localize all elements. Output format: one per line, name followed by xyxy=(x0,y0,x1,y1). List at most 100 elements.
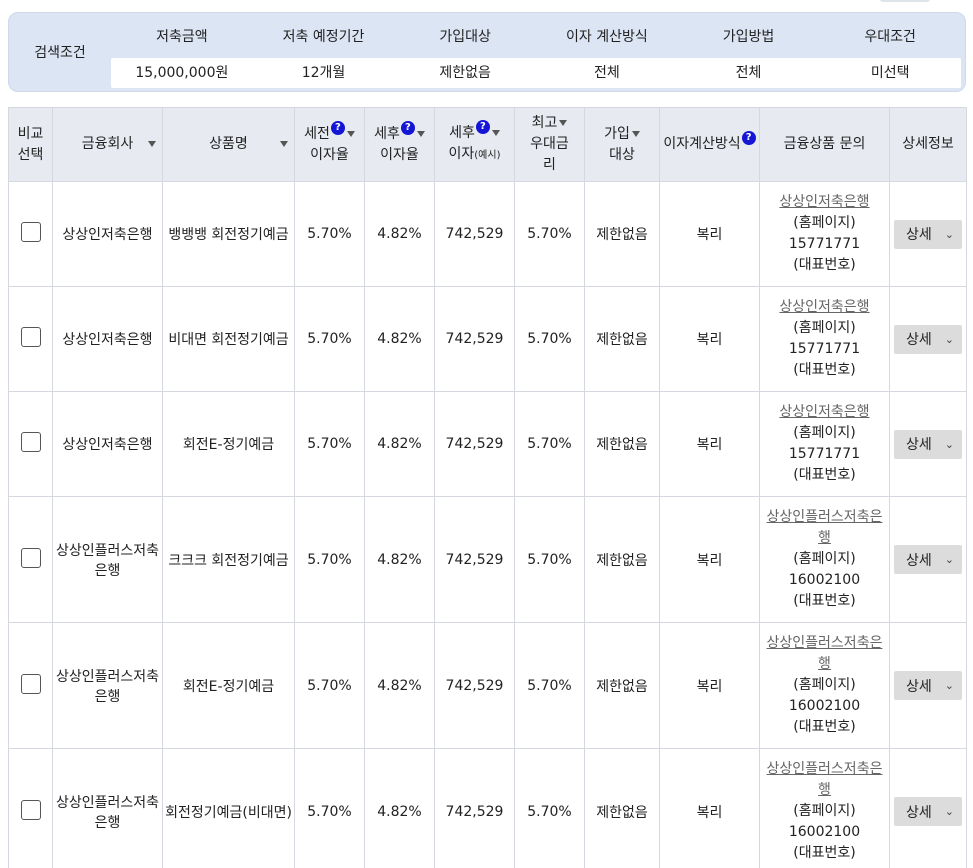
detail-cell: 상세 ⌄ xyxy=(889,286,967,392)
detail-select-label: 상세 xyxy=(906,552,932,569)
phone-number: 15771771 xyxy=(788,236,861,252)
th-compare-line2: 선택 xyxy=(17,146,44,163)
scroll-indicator xyxy=(880,0,930,2)
compare-checkbox[interactable] xyxy=(20,799,41,820)
compare-cell xyxy=(8,622,53,749)
homepage-note: (홈페이지) xyxy=(793,803,856,819)
compare-checkbox[interactable] xyxy=(20,222,41,242)
th-target-line2: 대상 xyxy=(609,146,635,163)
company-cell: 상상인저축은행 xyxy=(52,286,163,392)
pretax-rate-cell: 5.70% xyxy=(294,622,365,749)
interest-cell: 742,529 xyxy=(434,286,515,392)
pref-rate-cell: 5.70% xyxy=(514,496,585,623)
detail-select[interactable]: 상세 ⌄ xyxy=(894,219,962,249)
chevron-down-icon: ⌄ xyxy=(944,553,954,566)
sort-down-icon[interactable] xyxy=(416,130,425,137)
company-cell: 상상인저축은행 xyxy=(52,391,163,497)
help-icon[interactable]: ? xyxy=(741,131,756,145)
phone-note: (대표번호) xyxy=(793,362,856,378)
homepage-link[interactable]: 상상인플러스저축은행 xyxy=(762,759,887,801)
sort-down-icon[interactable] xyxy=(559,120,568,126)
homepage-link[interactable]: 상상인저축은행 xyxy=(762,402,887,423)
interest-cell: 742,529 xyxy=(434,391,515,497)
th-product-label: 상품명 xyxy=(209,136,248,152)
pref-rate-cell: 5.70% xyxy=(514,286,585,392)
th-interest-example: (예시) xyxy=(474,150,501,161)
th-max-pref-rate[interactable]: 최고 우대금 리 xyxy=(514,107,585,182)
target-cell: 제한없음 xyxy=(584,748,660,868)
compare-checkbox[interactable] xyxy=(20,547,41,568)
detail-select-label: 상세 xyxy=(906,678,932,695)
th-product[interactable]: 상품명 xyxy=(162,107,295,182)
cond-value-method: 전체 xyxy=(735,65,762,81)
cond-value-calc: 전체 xyxy=(593,65,620,81)
cond-value-period: 12개월 xyxy=(301,65,346,81)
phone-number: 15771771 xyxy=(788,446,861,462)
inquiry-cell: 상상인플러스저축은행 (홈페이지) 16002100 (대표번호) xyxy=(759,748,890,868)
homepage-link[interactable]: 상상인플러스저축은행 xyxy=(762,507,887,549)
pref-rate-cell: 5.70% xyxy=(514,748,585,868)
aftertax-rate-cell: 4.82% xyxy=(364,748,435,868)
homepage-link[interactable]: 상상인플러스저축은행 xyxy=(762,633,887,675)
detail-select[interactable]: 상세 ⌄ xyxy=(894,545,962,574)
table-row: 상상인플러스저축은행 회전E-정기예금 5.70% 4.82% 742,529 … xyxy=(8,622,967,749)
pretax-rate-cell: 5.70% xyxy=(294,391,365,497)
sort-down-icon[interactable] xyxy=(346,130,355,137)
th-pretax-rate[interactable]: 세전? 이자율 xyxy=(294,107,365,182)
homepage-note: (홈페이지) xyxy=(793,215,856,231)
sort-down-icon[interactable] xyxy=(631,130,640,137)
calc-method-cell: 복리 xyxy=(659,286,760,392)
th-aftertax-line1: 세후 xyxy=(374,125,400,142)
aftertax-rate-cell: 4.82% xyxy=(364,181,435,287)
product-cell: 회전정기예금(비대면) xyxy=(162,748,295,868)
phone-note: (대표번호) xyxy=(793,719,856,735)
sort-down-icon[interactable] xyxy=(280,141,288,147)
th-company-label: 금융회사 xyxy=(81,136,134,152)
th-target-line1: 가입 xyxy=(604,125,630,142)
phone-number: 15771771 xyxy=(788,341,861,357)
compare-checkbox[interactable] xyxy=(20,673,41,694)
chevron-down-icon: ⌄ xyxy=(944,679,954,692)
phone-note: (대표번호) xyxy=(793,257,856,273)
detail-select-label: 상세 xyxy=(906,332,932,348)
th-aftertax-interest[interactable]: 세후? 이자(예시) xyxy=(434,107,515,182)
detail-cell: 상세 ⌄ xyxy=(889,748,967,868)
calc-method-cell: 복리 xyxy=(659,748,760,868)
table-header-row: 비교 선택 금융회사 상품명 세전? 이자율 세후? 이자율 세후? 이자(예시 xyxy=(8,107,967,182)
table-row: 상상인저축은행 뱅뱅뱅 회전정기예금 5.70% 4.82% 742,529 5… xyxy=(8,181,967,287)
company-cell: 상상인저축은행 xyxy=(52,181,163,287)
th-inquiry: 금융상품 문의 xyxy=(759,107,890,182)
calc-method-cell: 복리 xyxy=(659,496,760,623)
inquiry-cell: 상상인플러스저축은행 (홈페이지) 16002100 (대표번호) xyxy=(759,622,890,749)
calc-method-cell: 복리 xyxy=(659,391,760,497)
table-row: 상상인플러스저축은행 회전정기예금(비대면) 5.70% 4.82% 742,5… xyxy=(8,748,967,868)
th-aftertax-rate[interactable]: 세후? 이자율 xyxy=(364,107,435,182)
detail-select[interactable]: 상세 ⌄ xyxy=(894,324,962,354)
pref-rate-cell: 5.70% xyxy=(514,181,585,287)
cond-header-calc: 이자 계산방식 xyxy=(565,29,648,45)
detail-select-label: 상세 xyxy=(906,804,932,821)
target-cell: 제한없음 xyxy=(584,622,660,749)
help-icon[interactable]: ? xyxy=(475,120,490,134)
inquiry-cell: 상상인플러스저축은행 (홈페이지) 16002100 (대표번호) xyxy=(759,496,890,623)
chevron-down-icon: ⌄ xyxy=(944,332,954,346)
homepage-link[interactable]: 상상인저축은행 xyxy=(762,192,887,213)
sort-down-icon[interactable] xyxy=(491,130,500,136)
detail-select[interactable]: 상세 ⌄ xyxy=(894,429,962,459)
cond-header-amount: 저축금액 xyxy=(156,29,208,45)
help-icon[interactable]: ? xyxy=(330,120,345,135)
product-cell: 비대면 회전정기예금 xyxy=(162,286,295,392)
compare-checkbox[interactable] xyxy=(20,327,41,347)
phone-number: 16002100 xyxy=(788,698,861,714)
homepage-link[interactable]: 상상인저축은행 xyxy=(762,297,887,318)
th-target[interactable]: 가입 대상 xyxy=(584,107,660,182)
detail-select[interactable]: 상세 ⌄ xyxy=(894,671,962,700)
sort-down-icon[interactable] xyxy=(148,141,156,147)
detail-select[interactable]: 상세 ⌄ xyxy=(894,797,962,826)
calc-method-cell: 복리 xyxy=(659,181,760,287)
compare-checkbox[interactable] xyxy=(20,432,41,452)
phone-note: (대표번호) xyxy=(793,593,856,609)
th-company[interactable]: 금융회사 xyxy=(52,107,163,182)
help-icon[interactable]: ? xyxy=(400,120,415,135)
interest-cell: 742,529 xyxy=(434,496,515,623)
